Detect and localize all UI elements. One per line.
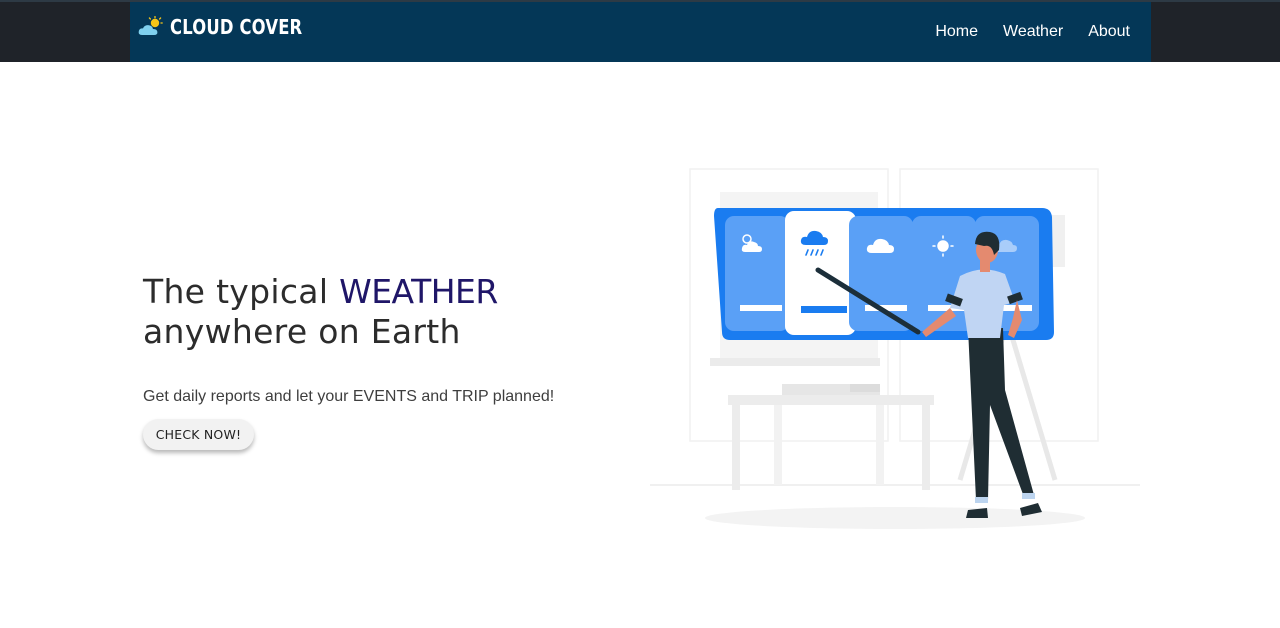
check-now-button[interactable]: CHECK NOW! [143, 419, 254, 450]
hero-title-part1: The typical [143, 272, 340, 311]
nav-weather-link[interactable]: Weather [1003, 23, 1063, 41]
weather-presenter-illustration [650, 168, 1140, 529]
navbar: CLOUD COVER Home Weather About [130, 2, 1151, 62]
hero-title-highlight: WEATHER [339, 272, 498, 311]
nav-about-link[interactable]: About [1088, 23, 1130, 41]
nav-links: Home Weather About [935, 2, 1130, 62]
top-bar: CLOUD COVER Home Weather About [0, 0, 1280, 62]
hero-title: The typical WEATHER anywhere on Earth [143, 272, 498, 352]
brand-name: CLOUD COVER [170, 15, 303, 39]
cloud-sun-icon [138, 16, 163, 35]
hero-title-part2: anywhere on Earth [143, 312, 461, 351]
hero-subtitle: Get daily reports and let your EVENTS an… [143, 388, 555, 405]
brand-link[interactable]: CLOUD COVER [138, 15, 331, 39]
nav-home-link[interactable]: Home [935, 23, 978, 41]
